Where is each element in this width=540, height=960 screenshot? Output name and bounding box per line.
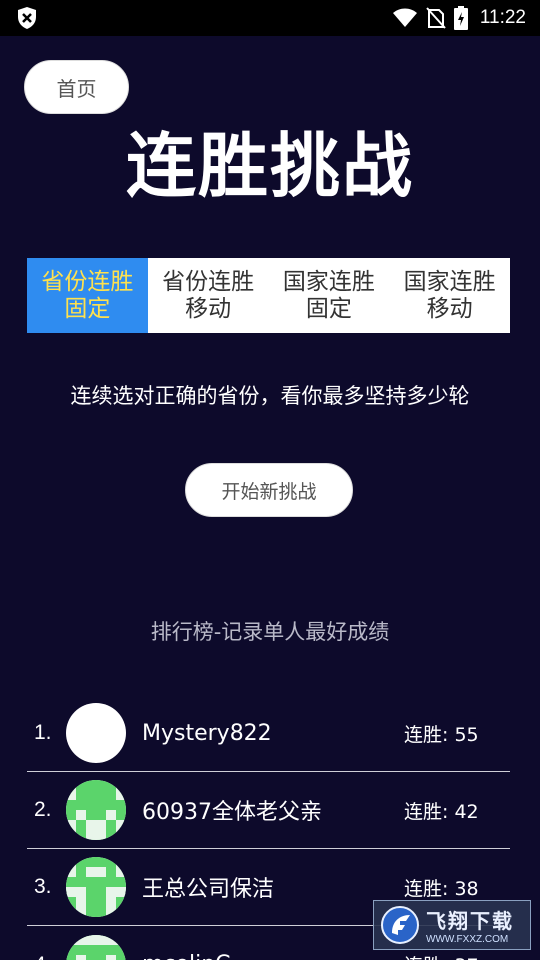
- player-name: 王总公司保洁: [142, 877, 275, 902]
- pixel-avatar: [66, 857, 126, 917]
- streak-count: 连胜: 55: [404, 723, 479, 746]
- pixel-avatar: [66, 780, 126, 840]
- streak-count: 连胜: 38: [404, 877, 479, 900]
- watermark-text: 飞翔下载: [426, 909, 514, 933]
- tab-country-streak-moving[interactable]: 国家连胜 移动: [389, 258, 510, 333]
- start-challenge-button[interactable]: 开始新挑战: [185, 463, 353, 517]
- no-sim-icon: [426, 7, 446, 29]
- leaderboard-row[interactable]: 2. 60937全体老父亲 连胜: 42: [27, 772, 510, 849]
- rank-number: 4.: [27, 953, 66, 960]
- battery-charging-icon: [453, 6, 468, 30]
- player-name: mcolinC: [142, 952, 400, 960]
- status-bar: 11:22: [0, 0, 540, 36]
- leaderboard-row[interactable]: 1. Mystery822 连胜: 55: [27, 695, 510, 772]
- rank-number: 3.: [34, 875, 52, 898]
- streak-count: 连胜: 37: [400, 951, 510, 960]
- page-title: 连胜挑战: [126, 125, 414, 207]
- wifi-icon: [392, 8, 418, 28]
- pixel-avatar: [66, 934, 126, 960]
- tab-country-streak-fixed[interactable]: 国家连胜 固定: [269, 258, 390, 333]
- fxxz-logo-icon: [380, 905, 420, 945]
- blank-avatar: [66, 703, 126, 763]
- tab-province-streak-fixed[interactable]: 省份连胜 固定: [27, 258, 148, 333]
- leaderboard-title: 排行榜-记录单人最好成绩: [150, 620, 390, 644]
- challenge-description: 连续选对正确的省份，看你最多坚持多少轮: [70, 384, 470, 408]
- watermark-badge: 飞翔下载 WWW.FXXZ.COM: [373, 900, 531, 950]
- player-name: 60937全体老父亲: [142, 800, 322, 825]
- app-shield-icon: [16, 6, 38, 30]
- player-name: Mystery822: [142, 720, 272, 746]
- mode-tabs: 省份连胜 固定 省份连胜 移动 国家连胜 固定 国家连胜 移动: [27, 258, 510, 333]
- watermark-url: WWW.FXXZ.COM: [426, 934, 509, 945]
- status-time: 11:22: [479, 7, 526, 28]
- rank-number: 2.: [34, 798, 52, 821]
- home-button[interactable]: 首页: [24, 60, 129, 114]
- tab-province-streak-moving[interactable]: 省份连胜 移动: [148, 258, 269, 333]
- streak-count: 连胜: 42: [404, 800, 479, 823]
- rank-number: 1.: [34, 721, 52, 744]
